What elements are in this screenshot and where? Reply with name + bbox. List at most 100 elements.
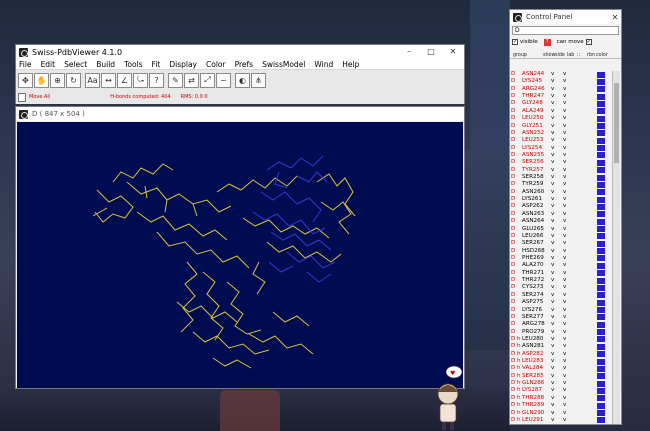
residue-residue-name[interactable]: THR247 [522, 93, 551, 100]
residue-ribbon-cell[interactable] [587, 137, 597, 144]
residue-residue-name[interactable]: ASP262 [522, 203, 551, 210]
residue-label-cell[interactable] [575, 380, 587, 387]
residue-ribbon-cell[interactable] [587, 203, 597, 210]
residue-color-swatch[interactable] [597, 402, 605, 409]
residue-label-cell[interactable] [575, 93, 587, 100]
residue-ribbon-cell[interactable] [587, 108, 597, 115]
residue-residue-name[interactable]: ASN264 [522, 218, 551, 225]
residue-label-cell[interactable] [575, 130, 587, 137]
residue-residue-name[interactable]: THR272 [522, 277, 551, 284]
residue-label-cell[interactable] [575, 218, 587, 225]
residue-residue-name[interactable]: PRO279 [522, 329, 551, 336]
residue-row[interactable]: D SER274 v v [510, 292, 613, 299]
header-lab[interactable]: lab [567, 53, 577, 58]
residue-label-cell[interactable] [575, 365, 587, 372]
residue-row[interactable]: Dh THR289 v v [510, 402, 613, 409]
residue-residue-name[interactable]: ASN252 [522, 130, 551, 137]
residue-row[interactable]: D GLU265 v v [510, 226, 613, 233]
residue-color-swatch[interactable] [597, 78, 605, 85]
residue-row[interactable]: D SER277 v v [510, 314, 613, 321]
residue-ribbon-cell[interactable] [587, 100, 597, 107]
residue-residue-name[interactable]: SER267 [522, 240, 551, 247]
residue-label-cell[interactable] [575, 203, 587, 210]
residue-residue-name[interactable]: ALA249 [522, 108, 551, 115]
residue-ribbon-cell[interactable] [587, 410, 597, 417]
residue-color-swatch[interactable] [597, 145, 605, 152]
residue-color-swatch[interactable] [597, 233, 605, 240]
residue-residue-name[interactable]: ASP282 [522, 351, 551, 358]
residue-residue-name[interactable]: LYS276 [522, 307, 551, 314]
residue-row[interactable]: D ASN260 v v [510, 189, 613, 196]
residue-row[interactable]: D ASN255 v v [510, 152, 613, 159]
residue-residue-name[interactable]: ASN281 [522, 343, 551, 350]
residue-row[interactable]: D ASP275 v v [510, 299, 613, 306]
residue-row[interactable]: D SER267 v v [510, 240, 613, 247]
residue-color-swatch[interactable] [597, 211, 605, 218]
residue-ribbon-cell[interactable] [587, 174, 597, 181]
menu-select[interactable]: Select [64, 60, 87, 69]
residue-label-cell[interactable] [575, 167, 587, 174]
residue-label-cell[interactable] [575, 277, 587, 284]
residue-label-cell[interactable] [575, 387, 587, 394]
residue-ribbon-cell[interactable] [587, 159, 597, 166]
close-icon[interactable]: ✕ [609, 13, 621, 22]
residue-residue-name[interactable]: ARG278 [522, 321, 551, 328]
residue-label-cell[interactable] [575, 123, 587, 130]
residue-label-cell[interactable] [575, 115, 587, 122]
close-button[interactable]: ✕ [442, 45, 464, 59]
menu-help[interactable]: Help [342, 60, 359, 69]
residue-residue-name[interactable]: LEU250 [522, 115, 551, 122]
residue-row[interactable]: D ALA249 v v [510, 108, 613, 115]
residue-color-swatch[interactable] [597, 314, 605, 321]
header-color[interactable]: color [596, 53, 608, 58]
residue-color-swatch[interactable] [597, 343, 605, 350]
residue-color-swatch[interactable] [597, 395, 605, 402]
residue-ribbon-cell[interactable] [587, 152, 597, 159]
residue-row[interactable]: D THR271 v v [510, 270, 613, 277]
residue-residue-name[interactable]: ASN255 [522, 152, 551, 159]
residue-row[interactable]: Dh GLN286 v v [510, 380, 613, 387]
residue-color-swatch[interactable] [597, 100, 605, 107]
residue-label-cell[interactable] [575, 100, 587, 107]
residue-ribbon-cell[interactable] [587, 86, 597, 93]
residue-ribbon-cell[interactable] [587, 270, 597, 277]
scrollbar-thumb[interactable] [614, 83, 619, 163]
residue-row[interactable]: Dh LEU280 v v [510, 336, 613, 343]
residue-ribbon-cell[interactable] [587, 181, 597, 188]
header-group[interactable]: group [513, 53, 543, 58]
residue-color-swatch[interactable] [597, 365, 605, 372]
residue-color-swatch[interactable] [597, 240, 605, 247]
residue-residue-name[interactable]: LEU291 [522, 417, 551, 424]
residue-color-swatch[interactable] [597, 137, 605, 144]
move-icon[interactable]: ✋ [34, 72, 49, 88]
residue-color-swatch[interactable] [597, 115, 605, 122]
center-icon[interactable]: ✥ [18, 72, 33, 88]
residue-color-swatch[interactable] [597, 167, 605, 174]
residue-list-scrollbar[interactable] [612, 71, 620, 424]
residue-row[interactable]: D ALA270 v v [510, 262, 613, 269]
residue-ribbon-cell[interactable] [587, 167, 597, 174]
residue-label-cell[interactable] [575, 255, 587, 262]
residue-color-swatch[interactable] [597, 123, 605, 130]
residue-residue-name[interactable]: ASN260 [522, 189, 551, 196]
header-dots[interactable]: :: [577, 53, 587, 58]
residue-label-cell[interactable] [575, 86, 587, 93]
residue-label-cell[interactable] [575, 174, 587, 181]
residue-label-cell[interactable] [575, 137, 587, 144]
residue-residue-name[interactable]: ASN244 [522, 71, 551, 78]
residue-row[interactable]: D ARG278 v v [510, 321, 613, 328]
residue-residue-name[interactable]: LEU283 [522, 358, 551, 365]
residue-ribbon-cell[interactable] [587, 262, 597, 269]
maximize-button[interactable]: □ [420, 45, 442, 59]
residue-color-swatch[interactable] [597, 373, 605, 380]
residue-ribbon-cell[interactable] [587, 284, 597, 291]
residue-color-swatch[interactable] [597, 174, 605, 181]
residue-label-cell[interactable] [575, 233, 587, 240]
residue-label-cell[interactable] [575, 211, 587, 218]
residue-label-cell[interactable] [575, 351, 587, 358]
rotate-icon[interactable]: ↻ [66, 72, 81, 88]
residue-residue-name[interactable]: SER274 [522, 292, 551, 299]
residue-ribbon-cell[interactable] [587, 93, 597, 100]
minimize-button[interactable]: – [398, 45, 420, 59]
residue-residue-name[interactable]: ASP275 [522, 299, 551, 306]
